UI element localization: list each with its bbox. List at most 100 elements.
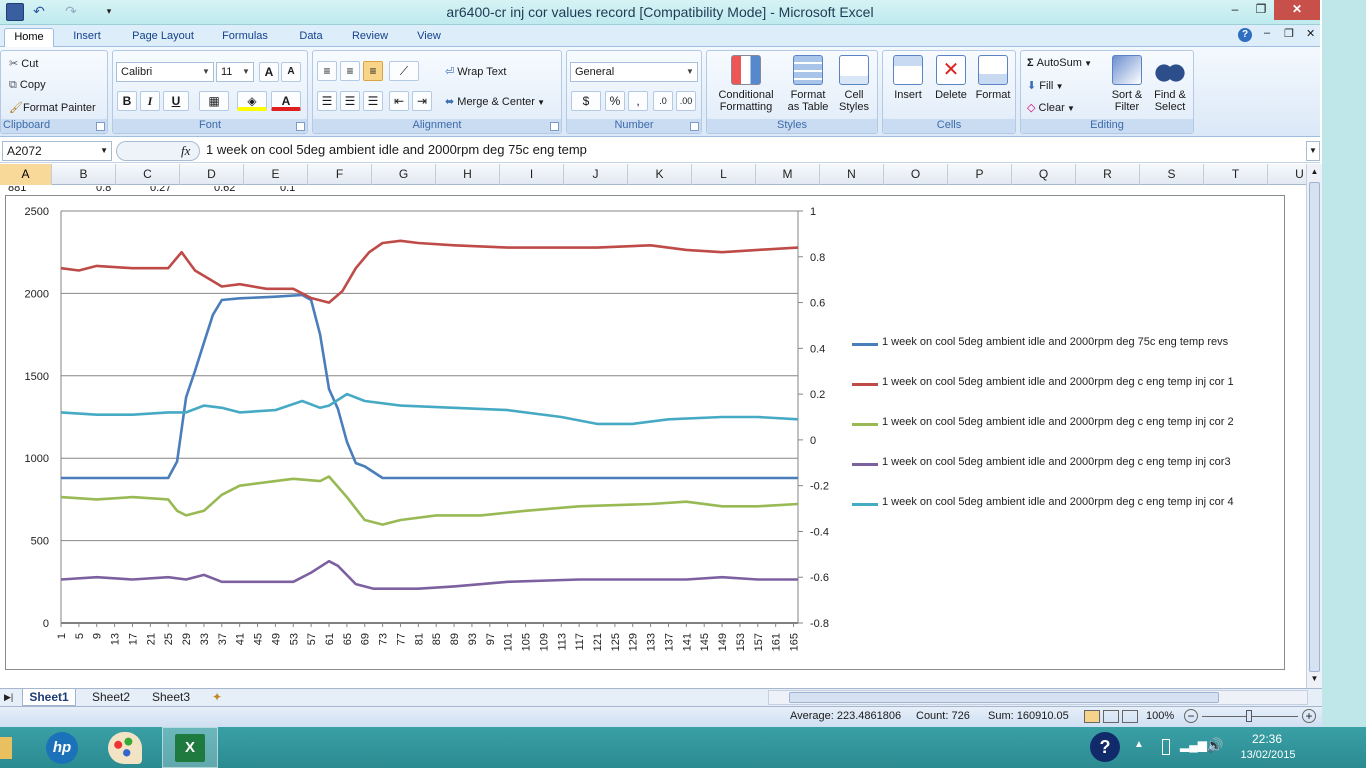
align-left-icon[interactable]: ☰ [317,91,337,111]
italic-button[interactable]: I [140,91,160,111]
hscroll-thumb[interactable] [789,692,1219,703]
decrease-decimal-button[interactable]: .00 [676,91,696,111]
zoom-slider-thumb[interactable] [1246,710,1252,722]
doc-minimize-button[interactable]: – [1264,27,1270,39]
cut-button[interactable]: ✂ Cut [9,57,38,70]
column-header-s[interactable]: S [1140,164,1204,185]
zoom-in-icon[interactable]: + [1302,709,1316,723]
autosum-button[interactable]: Σ AutoSum ▼ [1027,57,1092,69]
tab-insert[interactable]: Insert [62,28,112,47]
sheet-tab-2[interactable]: Sheet2 [84,689,138,706]
insert-function-icon[interactable]: fx [181,143,190,159]
conditional-formatting-button[interactable]: Conditional Formatting [711,55,781,113]
fill-button[interactable]: ⬇ Fill ▼ [1027,79,1063,92]
column-header-k[interactable]: K [628,164,692,185]
wrap-text-button[interactable]: ⏎ Wrap Text [445,65,506,78]
column-header-q[interactable]: Q [1012,164,1076,185]
expand-formula-bar-icon[interactable]: ▼ [1306,141,1320,161]
column-header-l[interactable]: L [692,164,756,185]
insert-cells-button[interactable]: Insert [887,55,929,101]
sheet-nav-icon[interactable]: ▶| [4,689,13,706]
paint-icon[interactable] [108,732,142,764]
clock-date[interactable]: 13/02/2015 [1236,749,1300,761]
scroll-thumb[interactable] [1309,182,1320,672]
copy-button[interactable]: ⧉ Copy [9,79,46,92]
doc-restore-button[interactable]: ❐ [1284,27,1294,40]
embedded-chart[interactable]: 0 500 1000 1500 2000 2500 -0.8 -0.6 -0.4 -0.2 0 0.2… [5,195,1285,670]
vertical-scrollbar[interactable]: ▲ ▼ [1306,164,1322,689]
tab-home[interactable]: Home [4,28,54,47]
zoom-out-icon[interactable]: − [1184,709,1198,723]
sort-filter-button[interactable]: Sort & Filter [1107,55,1147,113]
cell-styles-button[interactable]: Cell Styles [833,55,875,113]
help-icon[interactable]: ? [1238,28,1252,42]
increase-decimal-button[interactable]: .0 [653,91,673,111]
file-explorer-icon[interactable] [0,737,12,759]
page-layout-view-icon[interactable] [1103,710,1119,723]
name-box[interactable]: A2072 ▼ [2,141,112,161]
column-header-m[interactable]: M [756,164,820,185]
clipboard-launcher-icon[interactable] [96,122,105,131]
increase-indent-icon[interactable]: ⇥ [412,91,432,111]
tab-data[interactable]: Data [288,28,334,47]
column-header-b[interactable]: B [52,164,116,185]
tab-page-layout[interactable]: Page Layout [122,28,204,47]
scroll-up-icon[interactable]: ▲ [1308,165,1321,179]
close-button[interactable]: ✕ [1274,0,1320,20]
align-top-icon[interactable]: ≡ [317,61,337,81]
alignment-launcher-icon[interactable] [550,122,559,131]
signal-icon[interactable]: ▂▄▆ [1180,738,1207,752]
cell-value[interactable]: 0.27 [150,186,171,194]
column-header-o[interactable]: O [884,164,948,185]
number-launcher-icon[interactable] [690,122,699,131]
bold-button[interactable]: B [117,91,137,111]
font-color-button[interactable]: A [271,91,301,111]
battery-icon[interactable] [1162,739,1170,755]
column-header-e[interactable]: E [244,164,308,185]
column-header-i[interactable]: I [500,164,564,185]
column-header-t[interactable]: T [1204,164,1268,185]
clear-button[interactable]: ◇ Clear ▼ [1027,101,1075,114]
help-tray-icon[interactable]: ? [1090,732,1120,762]
column-header-c[interactable]: C [116,164,180,185]
tab-view[interactable]: View [406,28,452,47]
column-header-f[interactable]: F [308,164,372,185]
formula-input[interactable]: 1 week on cool 5deg ambient idle and 200… [202,141,1306,161]
format-as-table-button[interactable]: Format as Table [783,55,833,113]
restore-button[interactable]: ❐ [1248,0,1274,20]
page-break-view-icon[interactable] [1122,710,1138,723]
underline-button[interactable]: U [163,91,189,111]
minimize-button[interactable]: – [1222,0,1248,20]
sheet-tab-3[interactable]: Sheet3 [144,689,198,706]
cell-value[interactable]: 0.1 [280,186,295,194]
column-header-n[interactable]: N [820,164,884,185]
align-center-icon[interactable]: ☰ [340,91,360,111]
zoom-level[interactable]: 100% [1146,710,1174,722]
column-header-g[interactable]: G [372,164,436,185]
column-header-d[interactable]: D [180,164,244,185]
clock-time[interactable]: 22:36 [1242,732,1292,746]
decrease-indent-icon[interactable]: ⇤ [389,91,409,111]
scroll-down-icon[interactable]: ▼ [1308,672,1321,686]
orientation-icon[interactable]: ⟋ [389,61,419,81]
normal-view-icon[interactable] [1084,710,1100,723]
comma-button[interactable]: , [628,91,648,111]
volume-icon[interactable]: 🔊 [1206,737,1223,754]
accounting-format-button[interactable]: $ [571,91,601,111]
align-middle-icon[interactable]: ≡ [340,61,360,81]
column-header-r[interactable]: R [1076,164,1140,185]
delete-cells-button[interactable]: ✕ Delete [929,55,973,101]
hp-icon[interactable]: hp [46,732,78,764]
cell-value[interactable]: 0.8 [96,186,111,194]
column-header-j[interactable]: J [564,164,628,185]
format-cells-button[interactable]: Format [971,55,1015,101]
horizontal-scrollbar[interactable] [768,690,1308,705]
doc-close-button[interactable]: ✕ [1306,27,1315,40]
find-select-button[interactable]: Find & Select [1149,55,1191,113]
align-bottom-icon[interactable]: ≡ [363,61,383,81]
font-launcher-icon[interactable] [296,122,305,131]
excel-taskbar-button[interactable]: X [162,727,218,768]
column-header-a[interactable]: A [0,164,52,185]
font-name-select[interactable]: Calibri ▼ [116,62,214,82]
merge-center-button[interactable]: ⬌ Merge & Center ▼ [445,95,545,108]
